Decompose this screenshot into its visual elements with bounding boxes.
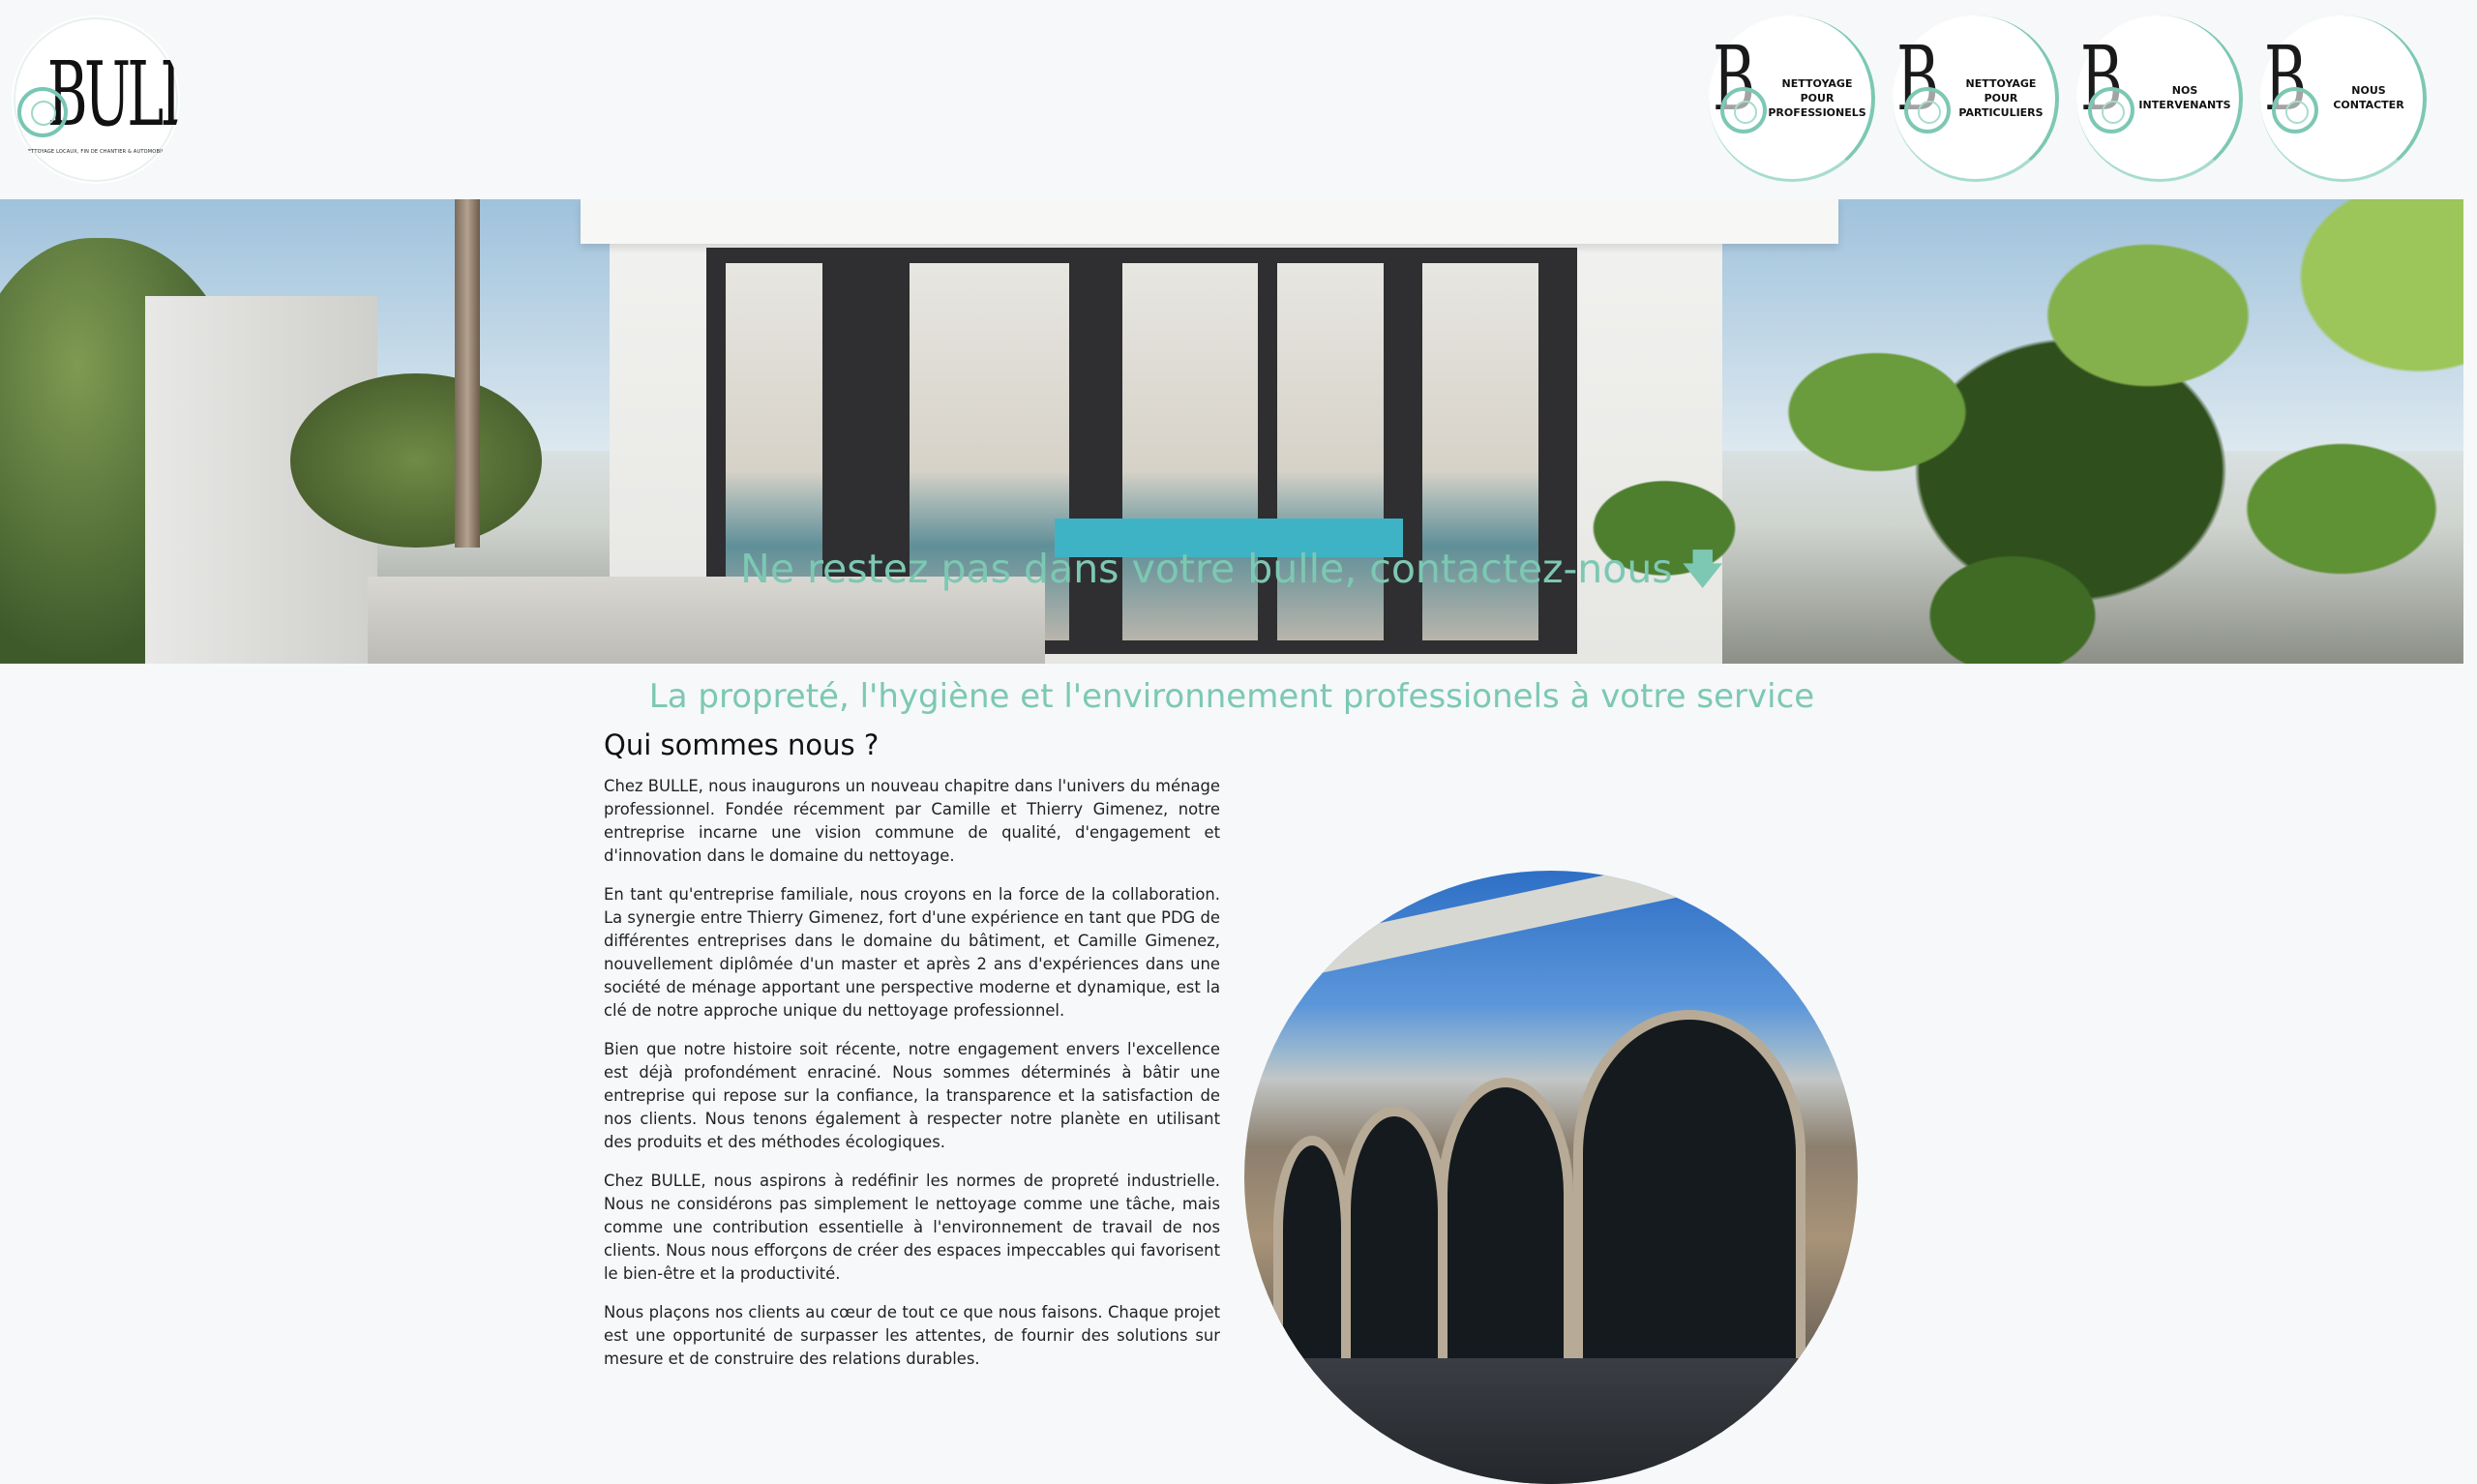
- bubble-icon: [1720, 87, 1767, 134]
- nav-item-particuliers[interactable]: B NETTOYAGE POUR PARTICULIERS: [1893, 15, 2059, 182]
- about-paragraph: Bien que notre histoire soit récente, no…: [604, 1040, 1220, 1151]
- nav-item-intervenants[interactable]: B NOS INTERVENANTS: [2076, 15, 2243, 182]
- photo-roof: [1260, 871, 1858, 985]
- hero-shrub: [290, 373, 542, 548]
- about-section: Qui sommes nous ? Chez BULLE, nous inaug…: [604, 728, 1220, 1386]
- about-paragraph: Chez BULLE, nous aspirons à redéfinir le…: [604, 1172, 1220, 1283]
- contact-cta-text: Ne restez pas dans votre bulle, contacte…: [740, 546, 1673, 592]
- about-paragraph: Nous plaçons nos clients au cœur de tout…: [604, 1303, 1220, 1368]
- hero-banner: Ne restez pas dans votre bulle, contacte…: [0, 199, 2463, 664]
- bubble-icon: [2272, 87, 2318, 134]
- photo-arch: [1341, 1107, 1447, 1368]
- site-header: BULLE NETTOYAGE LOCAUX, FIN DE CHANTIER …: [0, 0, 2463, 199]
- photo-arch: [1273, 1136, 1351, 1368]
- bubble-icon: [2088, 87, 2134, 134]
- bubble-icon: [1904, 87, 1951, 134]
- contact-cta-link[interactable]: Ne restez pas dans votre bulle, contacte…: [0, 540, 2463, 608]
- building-photo: [1244, 871, 1858, 1484]
- nav-item-label: NOS INTERVENANTS: [2138, 84, 2231, 111]
- about-heading: Qui sommes nous ?: [604, 728, 880, 761]
- photo-arch: [1438, 1078, 1573, 1368]
- hero-palm-trunk: [455, 199, 480, 548]
- logo-tagline: NETTOYAGE LOCAUX, FIN DE CHANTIER & AUTO…: [23, 149, 168, 155]
- bubble-icon: [17, 87, 68, 137]
- nav-item-label: NETTOYAGE POUR PARTICULIERS: [1958, 76, 2044, 119]
- photo-terrace: [1244, 1358, 1858, 1484]
- bulle-logo[interactable]: BULLE NETTOYAGE LOCAUX, FIN DE CHANTIER …: [12, 15, 180, 184]
- service-tagline: La propreté, l'hygiène et l'environnemen…: [648, 677, 1815, 716]
- photo-arch: [1573, 1010, 1806, 1368]
- main-nav: B NETTOYAGE POUR PROFESSIONELS B NETTOYA…: [1709, 15, 2427, 182]
- nav-item-label: NOUS CONTACTER: [2333, 84, 2404, 111]
- nav-item-label: NETTOYAGE POUR PROFESSIONELS: [1768, 76, 1866, 119]
- nav-item-professionels[interactable]: B NETTOYAGE POUR PROFESSIONELS: [1709, 15, 1875, 182]
- nav-item-contact[interactable]: B NOUS CONTACTER: [2260, 15, 2427, 182]
- about-paragraph: En tant qu'entreprise familiale, nous cr…: [604, 885, 1220, 1020]
- arrow-down-icon: 🡇: [1682, 546, 1723, 592]
- about-paragraph: Chez BULLE, nous inaugurons un nouveau c…: [604, 777, 1220, 865]
